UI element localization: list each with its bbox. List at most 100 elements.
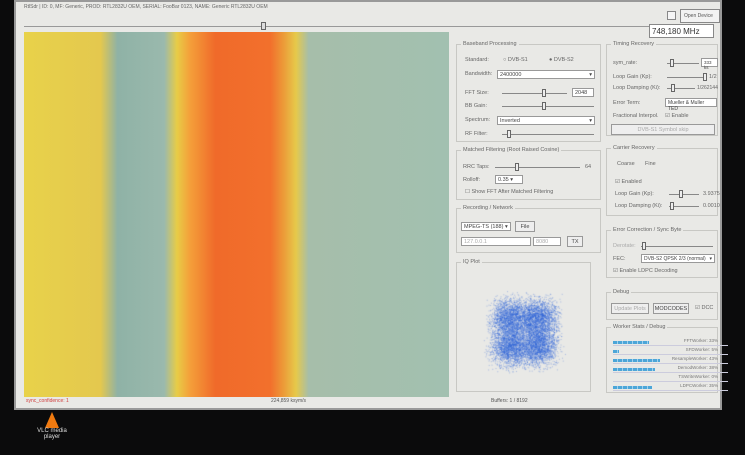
worker-stat-row: TSWriteWorker: 0% (613, 374, 728, 382)
error-term-select[interactable]: Mueller & Muller TED (665, 98, 717, 107)
fine-label: Fine (645, 161, 656, 167)
frequency-field[interactable]: 748,180 MHz (649, 24, 714, 38)
worker-label: SFDWorker: 5% (686, 347, 718, 352)
worker-label: ResampleWorker: 43% (672, 356, 718, 361)
radio-dvbs1[interactable]: ○ DVB-S1 (503, 57, 528, 63)
panel-legend: Carrier Recovery (611, 145, 657, 151)
label: Bandwidth: (465, 71, 492, 77)
panel-legend: IQ Plot (461, 259, 482, 265)
vlc-desktop-icon[interactable]: VLC media player (32, 412, 72, 440)
format-select[interactable]: MPEG-TS (188) ▾ (461, 222, 511, 231)
sym-rate-spinner[interactable]: 333 ks (701, 58, 718, 67)
label: RRC Taps: (463, 164, 490, 170)
baseband-panel: Baseband Processing Standard: ○ DVB-S1 ●… (456, 44, 601, 142)
fft-size-field[interactable]: 2048 (572, 88, 594, 97)
value: 1/2 (709, 74, 717, 80)
fec-select[interactable]: DVB-S2 QPSK 2/3 (normal) ▾ (641, 254, 715, 263)
spectrum-select[interactable]: Inverted ▾ (497, 116, 595, 125)
label: Loop Damping (Ki): (613, 85, 660, 91)
carrier-enabled-checkbox[interactable]: ☑ Enabled (615, 179, 642, 185)
dcc-checkbox[interactable]: ☑ DCC (695, 305, 713, 311)
label: RF Filter: (465, 131, 488, 137)
derotate-slider[interactable] (641, 246, 713, 247)
update-plots-button[interactable]: Update Plots (611, 303, 649, 314)
symbol-skip-button[interactable]: DVB-S1 Symbol skip (611, 124, 715, 135)
matched-filter-panel: Matched Filtering (Root Raised Cosine) R… (456, 150, 601, 200)
window-title: RtlSdr | ID: 0, MF: Generic, PROD: RTL28… (24, 4, 268, 10)
iq-plot-panel: IQ Plot (456, 262, 591, 392)
label: Error Term: (613, 100, 640, 106)
worker-progress-bar (613, 386, 652, 389)
buffers-status: Buffers: 1 / 8192 (491, 398, 528, 404)
open-device-button[interactable]: Open Device (680, 9, 720, 23)
worker-stat-row: ResampleWorker: 43% (613, 356, 728, 364)
ldpc-checkbox[interactable]: ☑ Enable LDPC Decoding (613, 268, 678, 274)
tuner-slider[interactable] (24, 26, 664, 27)
modcodes-button[interactable]: MODCODES (653, 303, 689, 314)
worker-progress-bar (613, 350, 619, 353)
carrier-loop-gain-slider[interactable] (669, 194, 699, 195)
device-dropdown[interactable] (667, 11, 676, 20)
value: 0.0010 (703, 203, 720, 209)
worker-stat-row: LDPCWorker: 35% (613, 383, 728, 391)
coarse-label: Coarse (617, 161, 635, 167)
worker-stat-row: SFDWorker: 5% (613, 347, 728, 355)
worker-label: FFTWorker: 33% (684, 338, 718, 343)
recording-panel: Recording / Network MPEG-TS (188) ▾ File… (456, 208, 601, 253)
debug-panel: Debug Update Plots MODCODES ☑ DCC (606, 292, 718, 320)
worker-stat-row: FFTWorker: 33% (613, 338, 728, 346)
label: sym_rate: (613, 60, 637, 66)
worker-label: DemodWorker: 38% (678, 365, 718, 370)
label: FFT Size: (465, 90, 489, 96)
label: Fractional Interpol. (613, 113, 659, 119)
vlc-label: VLC media player (32, 428, 72, 440)
value: 3.9375 (703, 191, 720, 197)
tx-button[interactable]: TX (567, 236, 583, 247)
label: Loop Damping (Ki): (615, 203, 662, 209)
value: 1/262144 (697, 85, 718, 91)
worker-label: TSWriteWorker: 0% (678, 374, 718, 379)
label: Spectrum: (465, 117, 490, 123)
panel-legend: Worker Stats / Debug (611, 324, 667, 330)
panel-legend: Recording / Network (461, 205, 515, 211)
bb-gain-slider[interactable] (502, 106, 594, 107)
worker-label: LDPCWorker: 35% (680, 383, 718, 388)
panel-legend: Debug (611, 289, 631, 295)
symbol-rate-status: 224,859 ksym/s (271, 398, 306, 404)
worker-progress-bar (613, 341, 649, 344)
worker-progress-bar (613, 359, 660, 362)
timing-panel: Timing Recovery sym_rate: 333 ks Loop Ga… (606, 44, 718, 136)
panel-legend: Baseband Processing (461, 41, 519, 47)
worker-progress-bar (613, 368, 655, 371)
tuner-slider-thumb[interactable] (261, 22, 266, 30)
bandwidth-select[interactable]: 2400000 ▾ (497, 70, 595, 79)
fractional-enable-checkbox[interactable]: ☑ Enable (665, 113, 689, 119)
file-button[interactable]: File (515, 221, 535, 232)
show-fft-checkbox[interactable]: ☐ Show FFT After Matched Filtering (465, 189, 553, 195)
fft-size-slider[interactable] (502, 93, 567, 94)
rf-filter-slider[interactable] (502, 134, 594, 135)
label: Loop Gain (Kp): (615, 191, 654, 197)
fec-panel: Error Correction / Sync Byte Derotate: F… (606, 230, 718, 278)
label: FEC: (613, 256, 626, 262)
rolloff-select[interactable]: 0.35 ▾ (495, 175, 523, 184)
timing-loop-damping-slider[interactable] (667, 88, 695, 89)
panel-legend: Timing Recovery (611, 41, 656, 47)
timing-loop-gain-slider[interactable] (667, 77, 707, 78)
worker-stats-panel: Worker Stats / Debug FFTWorker: 33% SFDWo… (606, 327, 718, 393)
radio-dvbs2[interactable]: ● DVB-S2 (549, 57, 574, 63)
ip-field[interactable]: 127.0.0.1 (461, 237, 531, 246)
spectrum-waterfall[interactable] (24, 32, 449, 397)
carrier-loop-damping-slider[interactable] (669, 206, 699, 207)
sdr-window: RtlSdr | ID: 0, MF: Generic, PROD: RTL28… (14, 0, 722, 410)
port-spinner[interactable]: 8080 (533, 237, 561, 246)
label: Loop Gain (Kp): (613, 74, 652, 80)
rrc-taps-slider[interactable] (495, 167, 580, 168)
panel-legend: Matched Filtering (Root Raised Cosine) (461, 147, 561, 153)
sym-rate-slider[interactable] (667, 63, 699, 64)
value: 64 (585, 164, 591, 170)
label: BB Gain: (465, 103, 487, 109)
iq-constellation-plot (457, 267, 592, 392)
label: Standard: (465, 57, 489, 63)
vlc-cone-icon (45, 412, 59, 428)
